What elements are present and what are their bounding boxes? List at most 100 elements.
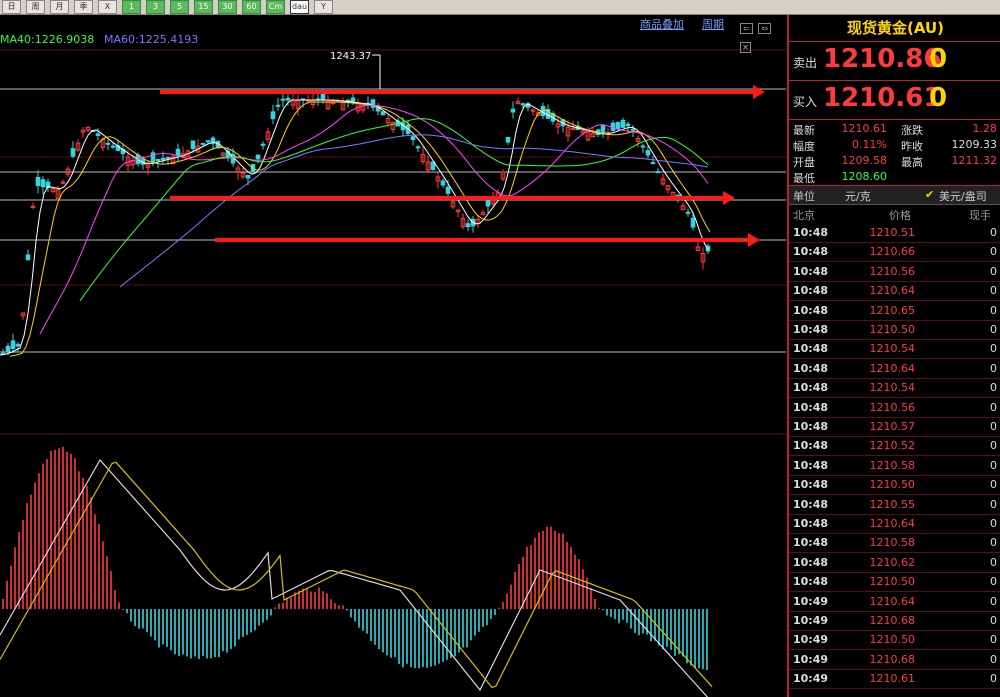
period-button-9[interactable]: 30 xyxy=(218,0,237,14)
period-button-13[interactable]: Y xyxy=(314,0,333,14)
tick-time: 10:49 xyxy=(793,652,829,666)
tick-price: 1210.50 xyxy=(869,633,916,647)
period-button-7[interactable]: 5 xyxy=(170,0,189,14)
candle-body xyxy=(160,157,166,160)
period-button-12[interactable]: dau xyxy=(290,0,309,14)
candle-body xyxy=(410,136,416,141)
check-icon: ✔ xyxy=(925,188,935,201)
period-button-0[interactable]: 日 xyxy=(2,0,21,14)
period-button-11[interactable]: Cm xyxy=(266,0,285,14)
tick-price: 1210.66 xyxy=(869,245,916,259)
period-button-4[interactable]: X xyxy=(98,0,117,14)
period-button-1[interactable]: 周 xyxy=(26,0,45,14)
candle-body xyxy=(255,154,261,160)
kline-canvas[interactable]: 1243.37 xyxy=(0,15,786,697)
trend-arrow-head xyxy=(723,191,735,205)
period-link[interactable]: 周期 xyxy=(702,16,724,32)
tick-qty: 0 xyxy=(990,594,997,608)
candle-body xyxy=(280,98,286,101)
tick-row: 10:49 1210.61 0 xyxy=(789,669,1000,690)
tick-price: 1210.58 xyxy=(869,458,916,472)
high-price-label: 1243.37 xyxy=(330,51,371,62)
unit-usd-option[interactable]: 美元/盎司 xyxy=(939,188,987,204)
tick-row: 10:49 1210.50 0 xyxy=(789,630,1000,651)
sell-volume: 0 xyxy=(929,44,948,74)
tick-qty: 0 xyxy=(990,245,997,259)
left-arrow-icon[interactable]: ⇐ xyxy=(740,23,753,34)
tick-row: 10:48 1210.50 0 xyxy=(789,320,1000,340)
candle-body xyxy=(615,122,621,130)
change-value: 1.28 xyxy=(972,122,998,135)
candle-body xyxy=(625,123,631,127)
period-button-6[interactable]: 3 xyxy=(146,0,165,14)
candle-body xyxy=(105,142,111,145)
ma40-label: MA40:1226.9038 xyxy=(0,33,95,46)
ma10-line xyxy=(9,101,711,357)
prev-close-label: 昨收 xyxy=(901,140,923,153)
tick-price: 1210.52 xyxy=(869,439,916,453)
tick-time: 10:48 xyxy=(793,458,829,472)
tick-qty: 0 xyxy=(990,517,997,530)
tick-qty: 0 xyxy=(990,536,997,550)
candle-body xyxy=(640,145,646,148)
period-toolbar: 日周月季 X 1 3 5 15 30 60 Cm dau Y xyxy=(0,0,1000,15)
trend-arrow-head xyxy=(748,233,760,247)
close-icon[interactable]: ✕ xyxy=(740,42,751,53)
tick-price: 1210.68 xyxy=(869,614,916,627)
tick-price: 1210.55 xyxy=(869,497,916,511)
candle-body xyxy=(175,148,181,156)
tick-qty: 0 xyxy=(990,652,997,666)
tick-time: 10:48 xyxy=(793,497,829,511)
ma40-line xyxy=(79,118,709,302)
tick-time: 10:49 xyxy=(793,594,829,608)
sell-quote: 卖出 1210.86 0 xyxy=(789,42,1000,81)
open-value: 1209.58 xyxy=(841,154,888,167)
zoom-controls[interactable]: ⇐ ⇔ ✕ xyxy=(740,16,780,53)
right-arrow-icon[interactable]: ⇔ xyxy=(758,23,772,34)
tick-price: 1210.56 xyxy=(869,400,916,414)
candle-body xyxy=(380,111,386,116)
candle-body xyxy=(5,345,11,352)
period-button-3[interactable]: 季 xyxy=(74,0,93,14)
tick-row: 10:48 1210.64 0 xyxy=(789,281,1000,302)
buy-quote: 买入 1210.61 0 xyxy=(789,81,1000,120)
low-label: 最低 xyxy=(793,172,815,185)
period-button-10[interactable]: 60 xyxy=(242,0,261,14)
time-column-header: 北京 xyxy=(793,209,815,222)
candle-body xyxy=(155,158,161,162)
candle-body xyxy=(510,108,516,113)
candle-body xyxy=(520,103,526,106)
tick-qty: 0 xyxy=(990,381,997,395)
tick-time: 10:48 xyxy=(793,381,829,395)
tick-time: 10:48 xyxy=(793,264,829,278)
tick-row: 10:48 1210.64 0 xyxy=(789,514,1000,534)
overlay-link[interactable]: 商品叠加 xyxy=(640,16,684,32)
tick-price: 1210.61 xyxy=(869,672,916,686)
unit-rmb-option[interactable]: 元/克 xyxy=(845,188,871,204)
tick-row: 10:49 1210.64 0 xyxy=(789,592,1000,612)
period-button-2[interactable]: 月 xyxy=(50,0,69,14)
candle-body xyxy=(650,162,656,165)
kline-chart[interactable]: 1243.37 MA40:1226.9038 MA60:1225.4193 商品… xyxy=(0,15,786,697)
candle-body xyxy=(685,211,691,214)
candle-body xyxy=(465,223,471,228)
period-button-8[interactable]: 15 xyxy=(194,0,213,14)
low-value: 1208.60 xyxy=(841,170,888,183)
tick-row: 10:48 1210.50 0 xyxy=(789,475,1000,496)
tick-price: 1210.54 xyxy=(869,342,916,356)
tick-row: 10:48 1210.54 0 xyxy=(789,378,1000,399)
tick-time: 10:48 xyxy=(793,284,829,298)
ma60-line xyxy=(119,134,709,288)
candle-body xyxy=(70,148,76,157)
tick-time: 10:48 xyxy=(793,342,829,356)
tick-time: 10:48 xyxy=(793,517,829,530)
tick-price: 1210.56 xyxy=(869,264,916,278)
tick-price: 1210.58 xyxy=(869,536,916,550)
candle-body xyxy=(60,181,66,184)
tick-row: 10:48 1210.55 0 xyxy=(789,495,1000,515)
high-value: 1211.32 xyxy=(951,154,998,167)
candle-body xyxy=(505,136,511,143)
tick-row: 10:48 1210.50 0 xyxy=(789,572,1000,593)
candle-body xyxy=(200,142,206,145)
period-button-5[interactable]: 1 xyxy=(122,0,141,14)
